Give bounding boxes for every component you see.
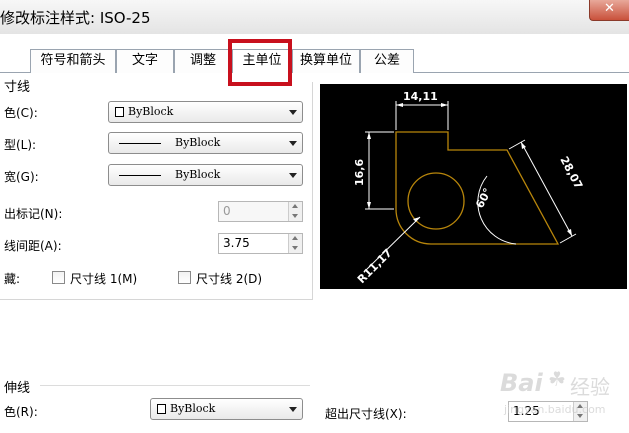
baseline-spacing-input[interactable]: 3.75 [218, 233, 303, 254]
dimension-texts: 14,11 16,6 28,07 60° R11,17 [353, 90, 585, 286]
chevron-down-icon [289, 141, 297, 146]
chevron-down-icon [289, 407, 297, 412]
color-swatch [115, 107, 124, 117]
spin-buttons[interactable] [288, 234, 302, 253]
linetype-select-value: ByBlock [175, 136, 221, 149]
watermark-url: jingyan.baidu.com [504, 403, 606, 416]
section-divider [40, 385, 310, 386]
suppress-dim-line-1-label: 尺寸线 1(M) [70, 272, 138, 286]
highlight-annotation-box [228, 39, 292, 86]
dim-text-right: 28,07 [557, 154, 585, 191]
suppress-dim-line-2-label: 尺寸线 2(D) [196, 272, 263, 286]
chevron-down-icon [289, 173, 297, 178]
watermark-brand: Bai [500, 369, 543, 397]
chevron-up-icon [292, 204, 298, 208]
lineweight-select-value: ByBlock [175, 168, 221, 181]
close-button[interactable] [589, 0, 629, 21]
tab-text[interactable]: 文字 [116, 49, 174, 73]
ext-color-select[interactable]: ByBlock [150, 398, 303, 420]
title-bar: 修改标注样式: ISO-25 [0, 0, 629, 34]
color-select[interactable]: ByBlock [108, 101, 303, 123]
spin-buttons[interactable] [288, 202, 302, 221]
suppress-label: 藏: [4, 272, 21, 286]
chevron-down-icon [292, 246, 298, 250]
preview-drawing: 14,11 16,6 28,07 60° R11,17 [353, 90, 585, 286]
extend-beyond-ticks-value: 0 [223, 204, 231, 218]
ext-color-label: 色(R): [4, 405, 38, 419]
watermark-suffix: 经验 [570, 375, 610, 399]
lineweight-label: 宽(G): [4, 170, 39, 184]
color-label: 色(C): [4, 106, 38, 120]
tab-symbols-arrows[interactable]: 符号和箭头 [30, 49, 116, 73]
window-title: 修改标注样式: ISO-25 [0, 9, 151, 27]
lineweight-select[interactable]: ByBlock [108, 164, 303, 186]
extend-beyond-ticks-label: 出标记(N): [4, 207, 63, 221]
baseline-spacing-label: 线间距(A): [4, 239, 62, 253]
suppress-dim-line-1-checkbox[interactable] [52, 271, 65, 284]
chevron-down-icon [292, 214, 298, 218]
dim-text-left: 16,6 [353, 159, 366, 186]
baidu-watermark: Bai ☘ 经验 jingyan.baidu.com [500, 365, 625, 425]
tab-alternate-units[interactable]: 换算单位 [292, 49, 360, 73]
extension-lines-section-title: 伸线 [4, 381, 31, 396]
extend-beyond-ticks-input[interactable]: 0 [218, 201, 303, 222]
suppress-dim-line-2-checkbox[interactable] [178, 271, 191, 284]
paw-icon: ☘ [548, 367, 566, 391]
lineweight-sample-line [119, 175, 161, 176]
linetype-label: 型(L): [4, 138, 37, 152]
dimension-lines-section-title: 寸线 [4, 80, 31, 95]
extend-beyond-dim-lines-label: 超出尺寸线(X): [325, 407, 407, 421]
dim-text-top: 14,11 [403, 90, 438, 103]
dimension-arrows [367, 103, 572, 236]
color-select-value: ByBlock [128, 105, 174, 118]
tab-tolerances[interactable]: 公差 [360, 49, 414, 73]
dim-text-angle: 60° [473, 186, 494, 210]
tab-bar: 符号和箭头 文字 调整 主单位 换算单位 公差 [0, 49, 629, 73]
ext-color-select-value: ByBlock [170, 402, 216, 415]
chevron-down-icon [289, 110, 297, 115]
dimension-preview: 14,11 16,6 28,07 60° R11,17 [320, 84, 627, 289]
baseline-spacing-value: 3.75 [223, 236, 250, 250]
color-swatch [157, 404, 166, 414]
linetype-select[interactable]: ByBlock [108, 132, 303, 154]
chevron-up-icon [292, 236, 298, 240]
part-outline [395, 131, 560, 245]
tab-fit[interactable]: 调整 [174, 49, 232, 73]
part-geometry [395, 131, 560, 245]
dim-text-radius: R11,17 [355, 246, 395, 286]
linetype-sample-line [119, 143, 161, 144]
